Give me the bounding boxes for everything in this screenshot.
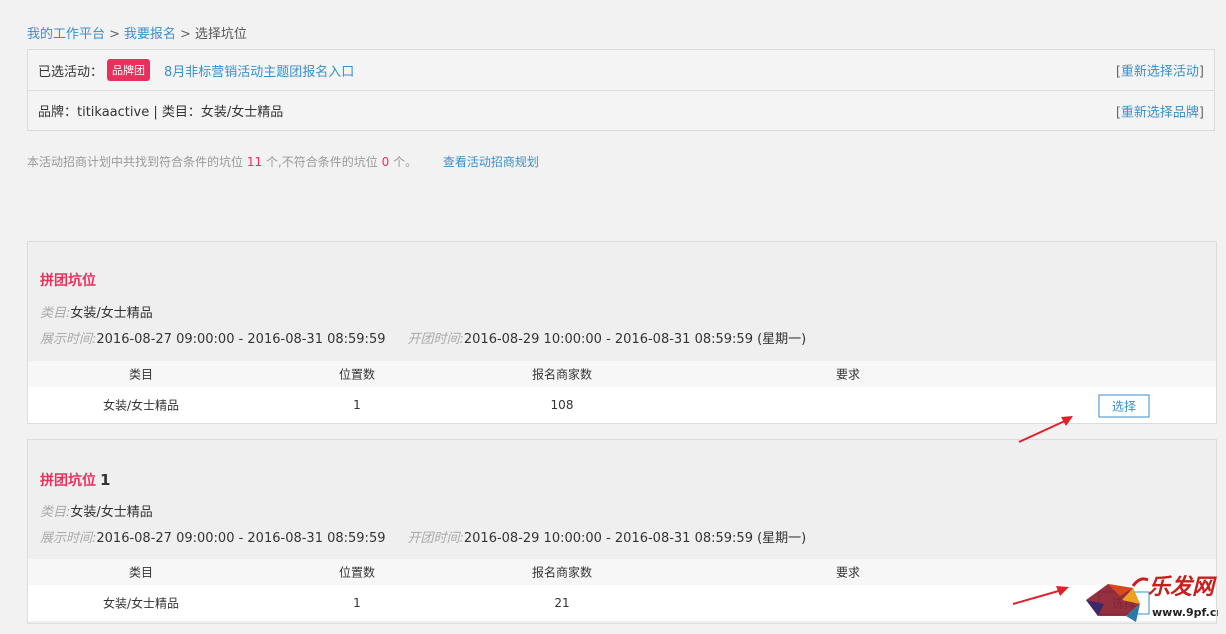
nomatch-count: 0	[381, 155, 390, 169]
breadcrumb-current: 选择坑位	[194, 27, 247, 42]
header-merchants: 报名商家数	[531, 367, 593, 382]
activity-type-badge: 品牌团	[107, 59, 151, 81]
summary-prefix: 本活动招商计划中共找到符合条件的坑位	[27, 155, 244, 169]
header-requirement: 要求	[835, 565, 861, 580]
category-key: 类目:	[40, 505, 71, 520]
slot-summary: 本活动招商计划中共找到符合条件的坑位 11 个,不符合条件的坑位 0 个。 查看…	[27, 153, 539, 170]
brand-category-text: 品牌：titikaactive | 类目：女装/女士精品	[38, 105, 284, 120]
slot-title-text: 拼团坑位	[40, 273, 96, 289]
row-category: 女装/女士精品	[102, 398, 180, 413]
svg-text:www.9pf.cn: www.9pf.cn	[1152, 606, 1218, 619]
annotation-arrow-icon	[1018, 416, 1073, 443]
select-slot-button[interactable]: 选择	[1098, 394, 1150, 418]
reselect-activity-wrapper: [重新选择活动]	[1116, 61, 1204, 80]
slot-title-text: 拼团坑位	[40, 473, 96, 489]
slot-category: 类目:女装/女士精品	[40, 501, 153, 520]
breadcrumb-workbench[interactable]: 我的工作平台	[27, 27, 105, 42]
slot-times: 展示时间:2016-08-27 09:00:00 - 2016-08-31 08…	[40, 527, 806, 546]
row-merchants: 108	[550, 398, 574, 412]
breadcrumb-signup[interactable]: 我要报名	[124, 27, 176, 42]
slot-title: 拼团坑位 1	[40, 470, 110, 490]
row-positions: 1	[353, 596, 361, 610]
breadcrumb: 我的工作平台 > 我要报名 > 选择坑位	[27, 23, 247, 42]
table-header: 类目 位置数 报名商家数 要求	[28, 361, 1216, 387]
display-time-value: 2016-08-27 09:00:00 - 2016-08-31 08:59:5…	[96, 332, 386, 347]
activity-name-link[interactable]: 8月非标营销活动主题团报名入口	[164, 61, 354, 80]
header-category: 类目	[128, 367, 154, 382]
watermark-logo: 乐发网 www.9pf.cn	[1078, 566, 1224, 626]
selected-activity-row: 已选活动： 品牌团 8月非标营销活动主题团报名入口 [重新选择活动]	[28, 50, 1214, 90]
selected-activity-label: 已选活动：	[38, 64, 104, 80]
breadcrumb-separator: >	[109, 27, 120, 42]
slot-category: 类目:女装/女士精品	[40, 302, 153, 321]
header-positions: 位置数	[338, 367, 376, 382]
header-requirement: 要求	[835, 367, 861, 382]
bracket-close: ]	[1198, 64, 1204, 80]
slot-index: 1	[100, 471, 111, 489]
reselect-activity-link[interactable]: 重新选择活动	[1121, 65, 1199, 80]
open-time-value: 2016-08-29 10:00:00 - 2016-08-31 08:59:5…	[463, 332, 807, 347]
header-merchants: 报名商家数	[531, 565, 593, 580]
svg-text:乐发网: 乐发网	[1148, 574, 1217, 600]
category-key: 类目:	[40, 306, 71, 321]
row-positions: 1	[353, 398, 361, 412]
display-time-key: 展示时间:	[40, 332, 97, 347]
slot-card: 拼团坑位 类目:女装/女士精品 展示时间:2016-08-27 09:00:00…	[27, 241, 1217, 424]
selection-info-box: 已选活动： 品牌团 8月非标营销活动主题团报名入口 [重新选择活动] 品牌：ti…	[27, 49, 1215, 131]
display-time-key: 展示时间:	[40, 531, 97, 546]
bull-logo-icon: 乐发网 www.9pf.cn	[1086, 574, 1224, 622]
row-merchants: 21	[554, 596, 570, 610]
category-value: 女装/女士精品	[70, 306, 153, 321]
summary-suffix: 个。	[393, 155, 418, 169]
bracket-close: ]	[1198, 105, 1204, 120]
slot-title: 拼团坑位	[40, 270, 100, 290]
slot-times: 展示时间:2016-08-27 09:00:00 - 2016-08-31 08…	[40, 328, 806, 347]
breadcrumb-separator: >	[179, 27, 191, 42]
open-time-value: 2016-08-29 10:00:00 - 2016-08-31 08:59:5…	[463, 531, 807, 546]
brand-row: 品牌：titikaactive | 类目：女装/女士精品 [重新选择品牌]	[28, 90, 1214, 130]
reselect-brand-link[interactable]: 重新选择品牌	[1121, 105, 1199, 120]
row-category: 女装/女士精品	[102, 596, 180, 611]
header-category: 类目	[128, 565, 154, 580]
match-count: 11	[246, 155, 263, 169]
open-time-key: 开团时间:	[407, 332, 464, 347]
view-plan-link[interactable]: 查看活动招商规划	[443, 155, 539, 169]
header-positions: 位置数	[338, 565, 376, 580]
reselect-brand-wrapper: [重新选择品牌]	[1116, 101, 1204, 120]
category-value: 女装/女士精品	[70, 505, 153, 520]
open-time-key: 开团时间:	[407, 531, 464, 546]
summary-middle: 个,不符合条件的坑位	[265, 155, 378, 169]
display-time-value: 2016-08-27 09:00:00 - 2016-08-31 08:59:5…	[96, 531, 386, 546]
annotation-arrow-icon	[1012, 586, 1069, 605]
